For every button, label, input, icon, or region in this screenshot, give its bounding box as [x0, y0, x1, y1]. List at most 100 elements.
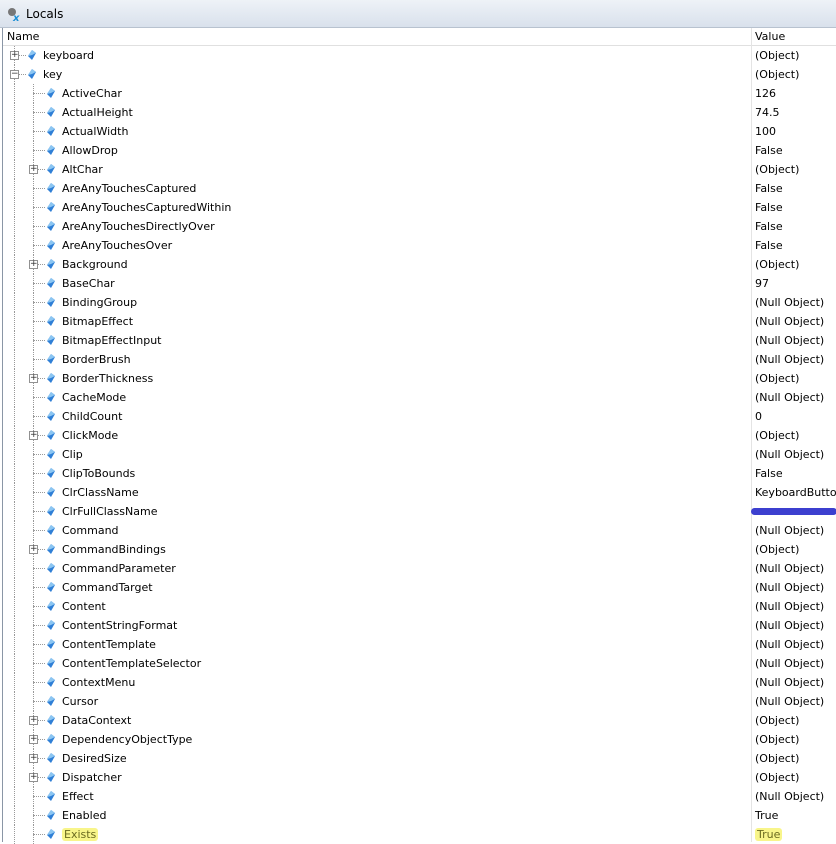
property-value: (Null Object) — [755, 448, 825, 461]
property-icon — [47, 278, 55, 288]
tree-row[interactable]: − key (Object) — [3, 65, 836, 84]
tree-row[interactable]: AreAnyTouchesCaptured False — [3, 179, 836, 198]
tree-row[interactable]: + keyboard (Object) — [3, 46, 836, 65]
tree-row[interactable]: ContentStringFormat (Null Object) — [3, 616, 836, 635]
property-value: (Object) — [755, 163, 800, 176]
property-icon — [28, 50, 36, 60]
tree-row[interactable]: AllowDrop False — [3, 141, 836, 160]
locals-title-bar: x Locals — [0, 0, 836, 28]
tree-row[interactable]: CommandParameter (Null Object) — [3, 559, 836, 578]
tree-row[interactable]: ContentTemplateSelector (Null Object) — [3, 654, 836, 673]
property-value: True — [755, 828, 783, 841]
property-name: BindingGroup — [62, 296, 138, 309]
tree-row[interactable]: + ClickMode (Object) — [3, 426, 836, 445]
tree-row[interactable]: Clip (Null Object) — [3, 445, 836, 464]
collapse-icon[interactable]: − — [10, 70, 19, 79]
property-name: CacheMode — [62, 391, 127, 404]
name-column-header[interactable]: Name — [7, 30, 39, 43]
property-icon — [47, 240, 55, 250]
tree-row[interactable]: BorderBrush (Null Object) — [3, 350, 836, 369]
expand-icon[interactable]: + — [29, 754, 38, 763]
tree-row[interactable]: ActiveChar 126 — [3, 84, 836, 103]
property-value: (Null Object) — [755, 353, 825, 366]
column-header: Name Value — [3, 28, 836, 46]
expand-icon[interactable]: + — [29, 716, 38, 725]
property-name: ContentStringFormat — [62, 619, 178, 632]
tree-row[interactable]: BitmapEffect (Null Object) — [3, 312, 836, 331]
property-icon — [47, 544, 55, 554]
property-value: 74.5 — [755, 106, 780, 119]
tree-row[interactable]: CommandTarget (Null Object) — [3, 578, 836, 597]
expand-icon[interactable]: + — [29, 374, 38, 383]
tree-row[interactable]: Effect (Null Object) — [3, 787, 836, 806]
property-value: (Object) — [755, 733, 800, 746]
property-value: (Null Object) — [755, 581, 825, 594]
expand-icon[interactable]: + — [29, 431, 38, 440]
property-name: AreAnyTouchesCapturedWithin — [62, 201, 232, 214]
property-icon — [47, 601, 55, 611]
tree-row[interactable]: + CommandBindings (Object) — [3, 540, 836, 559]
property-icon — [47, 772, 55, 782]
tree-row[interactable]: Enabled True — [3, 806, 836, 825]
property-icon — [47, 639, 55, 649]
property-icon — [28, 69, 36, 79]
tree-row[interactable]: + BorderThickness (Object) — [3, 369, 836, 388]
property-value: (Null Object) — [755, 619, 825, 632]
property-name: Clip — [62, 448, 83, 461]
tree-row[interactable]: + DesiredSize (Object) — [3, 749, 836, 768]
tree-row[interactable]: ChildCount 0 — [3, 407, 836, 426]
value-column-header[interactable]: Value — [755, 30, 785, 43]
tree-row[interactable]: Command (Null Object) — [3, 521, 836, 540]
tree-row[interactable]: BaseChar 97 — [3, 274, 836, 293]
property-icon — [47, 658, 55, 668]
expand-icon[interactable]: + — [29, 735, 38, 744]
property-icon — [47, 221, 55, 231]
property-icon — [47, 316, 55, 326]
property-icon — [47, 829, 55, 839]
expand-icon[interactable]: + — [29, 773, 38, 782]
tree-row[interactable]: + Background (Object) — [3, 255, 836, 274]
expand-icon[interactable]: + — [29, 165, 38, 174]
tree-row[interactable]: BitmapEffectInput (Null Object) — [3, 331, 836, 350]
tree-row[interactable]: ClipToBounds False — [3, 464, 836, 483]
property-name: CommandBindings — [62, 543, 166, 556]
expand-icon[interactable]: + — [29, 545, 38, 554]
tree-row[interactable]: + DataContext (Object) — [3, 711, 836, 730]
tree-row[interactable]: + AltChar (Object) — [3, 160, 836, 179]
tree-row[interactable]: ClrFullClassName — [3, 502, 836, 521]
tree-row[interactable]: AreAnyTouchesCapturedWithin False — [3, 198, 836, 217]
property-value: (Object) — [755, 752, 800, 765]
tree-row[interactable]: ActualWidth 100 — [3, 122, 836, 141]
property-icon — [47, 107, 55, 117]
property-value: False — [755, 144, 783, 157]
property-name: BitmapEffect — [62, 315, 134, 328]
property-icon — [47, 164, 55, 174]
tree-row[interactable]: ContentTemplate (Null Object) — [3, 635, 836, 654]
tree-row[interactable]: ActualHeight 74.5 — [3, 103, 836, 122]
property-name: ClrClassName — [62, 486, 139, 499]
property-icon — [47, 430, 55, 440]
property-name: BaseChar — [62, 277, 115, 290]
tree-row[interactable]: CacheMode (Null Object) — [3, 388, 836, 407]
property-name: DesiredSize — [62, 752, 127, 765]
expand-icon[interactable]: + — [10, 51, 19, 60]
property-value: (Null Object) — [755, 695, 825, 708]
expand-icon[interactable]: + — [29, 260, 38, 269]
tree-row[interactable]: + DependencyObjectType (Object) — [3, 730, 836, 749]
tree-row[interactable]: ClrClassName KeyboardButton — [3, 483, 836, 502]
property-name: ContentTemplate — [62, 638, 156, 651]
tree-row[interactable]: Exists True — [3, 825, 836, 844]
property-name: AltChar — [62, 163, 103, 176]
tree-row[interactable]: BindingGroup (Null Object) — [3, 293, 836, 312]
property-value: True — [755, 809, 779, 822]
property-value: 126 — [755, 87, 776, 100]
tree-row[interactable]: ContextMenu (Null Object) — [3, 673, 836, 692]
tree-row[interactable]: AreAnyTouchesDirectlyOver False — [3, 217, 836, 236]
property-value: 97 — [755, 277, 769, 290]
tree-row[interactable]: + Dispatcher (Object) — [3, 768, 836, 787]
property-name: AllowDrop — [62, 144, 118, 157]
property-name: ActualWidth — [62, 125, 129, 138]
tree-row[interactable]: Content (Null Object) — [3, 597, 836, 616]
tree-row[interactable]: Cursor (Null Object) — [3, 692, 836, 711]
tree-row[interactable]: AreAnyTouchesOver False — [3, 236, 836, 255]
